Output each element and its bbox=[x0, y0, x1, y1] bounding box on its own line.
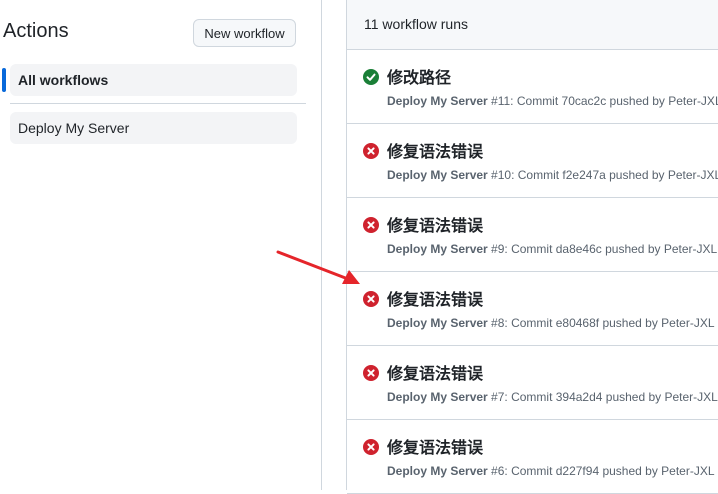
sidebar-item-label: Deploy My Server bbox=[18, 120, 130, 136]
run-row[interactable]: 修复语法错误 Deploy My Server #10: Commit f2e24… bbox=[347, 124, 718, 198]
run-meta: Deploy My Server #6: Commit d227f94 push… bbox=[387, 464, 715, 478]
run-title[interactable]: 修复语法错误 bbox=[387, 138, 483, 162]
workflow-runs-panel: 11 workflow runs 修改路径 Deploy My Server #1… bbox=[346, 0, 718, 494]
x-circle-icon bbox=[363, 365, 379, 381]
runs-count: 11 workflow runs bbox=[364, 16, 469, 32]
sidebar-item-deploy-my-server[interactable]: Deploy My Server bbox=[10, 112, 297, 144]
run-workflow-name: Deploy My Server bbox=[387, 242, 488, 256]
run-row[interactable]: 修复语法错误 Deploy My Server #8: Commit e80468… bbox=[347, 272, 718, 346]
run-commit-detail: #10: Commit f2e247a pushed by Peter-JXL bbox=[487, 168, 718, 182]
active-nav-indicator bbox=[2, 68, 6, 92]
run-row[interactable]: 修复语法错误 Deploy My Server #9: Commit da8e46… bbox=[347, 198, 718, 272]
annotation-arrow-icon bbox=[276, 250, 360, 284]
run-title[interactable]: 修复语法错误 bbox=[387, 360, 483, 384]
run-title[interactable]: 修改路径 bbox=[387, 64, 451, 88]
run-commit-detail: #11: Commit 70cac2c pushed by Peter-JXL bbox=[487, 94, 718, 108]
sidebar: Actions New workflow All workflows Deplo… bbox=[0, 0, 322, 490]
sidebar-item-all-workflows[interactable]: All workflows bbox=[10, 64, 297, 96]
run-meta: Deploy My Server #9: Commit da8e46c push… bbox=[387, 242, 717, 256]
run-row[interactable]: 修复语法错误 Deploy My Server #7: Commit 394a2d… bbox=[347, 346, 718, 420]
run-meta: Deploy My Server #10: Commit f2e247a pus… bbox=[387, 168, 718, 182]
run-meta: Deploy My Server #8: Commit e80468f push… bbox=[387, 316, 715, 330]
x-circle-icon bbox=[363, 439, 379, 455]
run-workflow-name: Deploy My Server bbox=[387, 94, 488, 108]
run-row[interactable]: 修改路径 Deploy My Server #11: Commit 70cac2c… bbox=[347, 50, 718, 124]
check-circle-icon bbox=[363, 69, 379, 85]
run-commit-detail: #6: Commit d227f94 pushed by Peter-JXL bbox=[487, 464, 715, 478]
run-meta: Deploy My Server #7: Commit 394a2d4 push… bbox=[387, 390, 718, 404]
run-commit-detail: #7: Commit 394a2d4 pushed by Peter-JXL bbox=[487, 390, 718, 404]
run-commit-detail: #8: Commit e80468f pushed by Peter-JXL bbox=[487, 316, 715, 330]
sidebar-divider bbox=[10, 103, 306, 104]
run-meta: Deploy My Server #11: Commit 70cac2c pus… bbox=[387, 94, 718, 108]
run-workflow-name: Deploy My Server bbox=[387, 390, 488, 404]
run-workflow-name: Deploy My Server bbox=[387, 316, 488, 330]
run-title[interactable]: 修复语法错误 bbox=[387, 434, 483, 458]
run-workflow-name: Deploy My Server bbox=[387, 168, 488, 182]
page-title: Actions bbox=[3, 20, 69, 42]
x-circle-icon bbox=[363, 143, 379, 159]
run-title[interactable]: 修复语法错误 bbox=[387, 286, 483, 310]
run-workflow-name: Deploy My Server bbox=[387, 464, 488, 478]
run-commit-detail: #9: Commit da8e46c pushed by Peter-JXL bbox=[487, 242, 718, 256]
runs-count-header: 11 workflow runs bbox=[347, 0, 718, 50]
x-circle-icon bbox=[363, 291, 379, 307]
run-title[interactable]: 修复语法错误 bbox=[387, 212, 483, 236]
sidebar-item-label: All workflows bbox=[18, 72, 109, 88]
x-circle-icon bbox=[363, 217, 379, 233]
new-workflow-button[interactable]: New workflow bbox=[193, 19, 296, 47]
run-row[interactable]: 修复语法错误 Deploy My Server #6: Commit d227f9… bbox=[347, 420, 718, 494]
